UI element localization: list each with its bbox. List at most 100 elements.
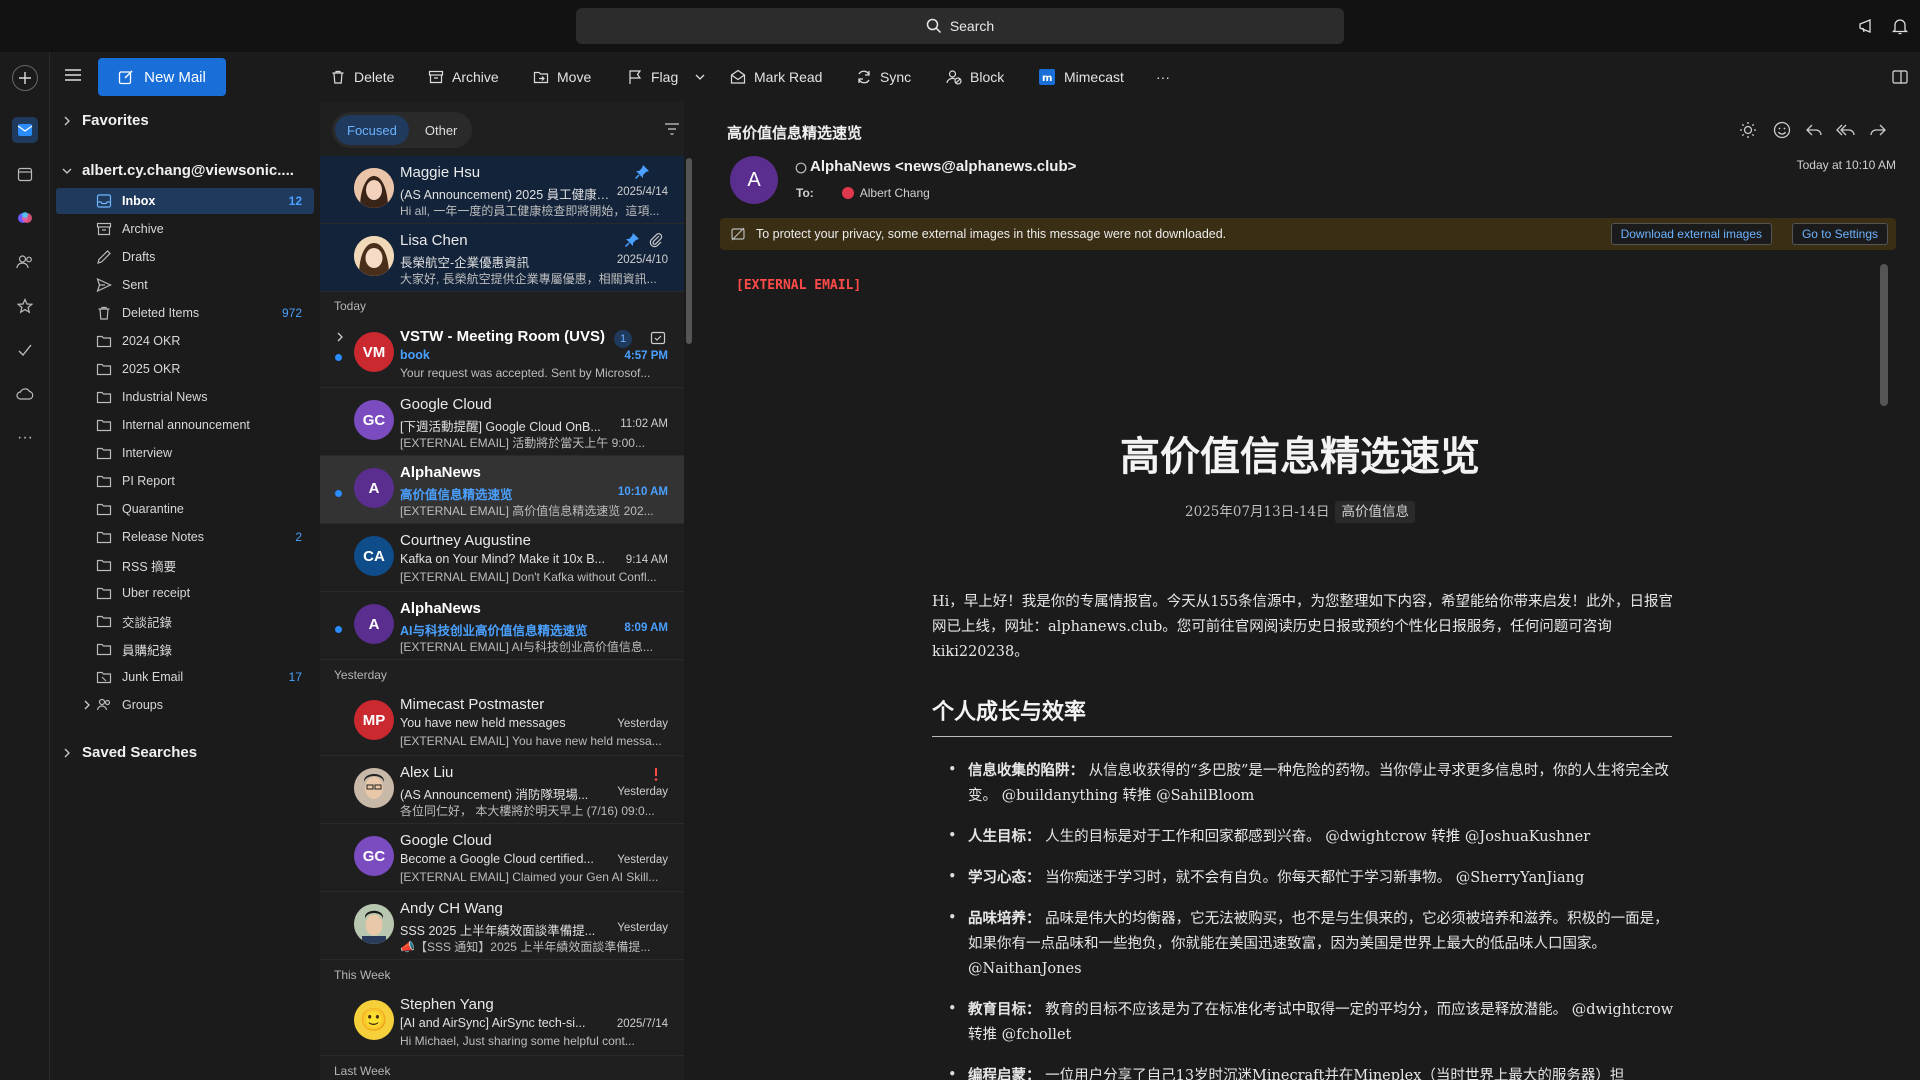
reading-pane: 高价值信息精选速览 A AlphaNews <news@alphanews.cl…	[706, 102, 1920, 1080]
envelope-open-icon	[730, 69, 746, 84]
privacy-banner: To protect your privacy, some external i…	[720, 218, 1896, 250]
block-user-icon	[946, 70, 962, 85]
tab-focused[interactable]: Focused	[335, 115, 409, 145]
folder-drafts[interactable]: Drafts	[56, 244, 314, 270]
list-item[interactable]: Lisa Chen 長榮航空-企業優惠資訊 2025/4/10 大家好, 長榮航…	[320, 224, 684, 292]
add-app-icon[interactable]	[12, 65, 38, 91]
folder-deleted-items[interactable]: Deleted Items 972	[56, 300, 314, 326]
emoji-react-icon[interactable]	[1772, 120, 1792, 140]
section-heading: 个人成长与效率	[932, 694, 1672, 737]
cloud-icon[interactable]	[12, 381, 38, 407]
folder-purchase-log[interactable]: 員購紀錄	[56, 636, 314, 662]
folder-junk-email[interactable]: Junk Email 17	[56, 664, 314, 690]
move-button[interactable]: Move	[533, 66, 591, 88]
account-section[interactable]: albert.cy.chang@viewsonic....	[62, 162, 294, 179]
email-subject: 高价值信息精选速览	[727, 125, 863, 142]
folder-groups[interactable]: Groups	[56, 692, 314, 718]
sync-button[interactable]: Sync	[856, 66, 911, 88]
list-item[interactable]: GC Google Cloud [下週活動提醒] Google Cloud On…	[320, 388, 684, 456]
reading-pane-scrollbar[interactable]	[1880, 264, 1888, 406]
app-rail: ···	[0, 52, 50, 1080]
avatar: A	[354, 604, 394, 644]
tasks-icon[interactable]	[12, 337, 38, 363]
newsletter-bullets: 信息收集的陷阱： 从信息收获得的“多巴胺”是一种危险的药物。当你停止寻求更多信息…	[946, 758, 1676, 1080]
folder-icon	[96, 587, 112, 600]
unread-dot	[335, 490, 342, 497]
folder-icon	[96, 391, 112, 404]
more-actions-button[interactable]: ···	[1156, 66, 1170, 88]
reply-icon[interactable]	[1804, 120, 1824, 140]
tab-other[interactable]: Other	[413, 115, 470, 145]
forward-icon[interactable]	[1868, 120, 1888, 140]
recipient-name[interactable]: Albert Chang	[860, 186, 930, 200]
pin-icon[interactable]	[624, 232, 640, 248]
received-date: Today at 10:10 AM	[1796, 158, 1896, 172]
sender-avatar[interactable]: A	[730, 156, 778, 204]
list-item[interactable]: MP Mimecast Postmaster You have new held…	[320, 688, 684, 756]
folder-uber-receipt[interactable]: Uber receipt	[56, 580, 314, 606]
list-item[interactable]: Maggie Hsu (AS Announcement) 2025 員工健康檢查…	[320, 156, 684, 224]
calendar-icon[interactable]	[12, 161, 38, 187]
avatar: VM	[354, 332, 394, 372]
recipients: To: Albert Chang	[796, 186, 930, 200]
layout-toggle-icon[interactable]	[1892, 66, 1908, 88]
privacy-message: To protect your privacy, some external i…	[756, 227, 1227, 241]
go-to-settings-button[interactable]: Go to Settings	[1791, 223, 1888, 245]
move-folder-icon	[533, 71, 549, 84]
mimecast-button[interactable]: m Mimecast	[1038, 66, 1124, 88]
folder-inbox[interactable]: Inbox 12	[56, 188, 314, 214]
filter-icon[interactable]	[664, 122, 680, 139]
smiley-emoji: 🙂	[360, 1007, 388, 1032]
folder-sent[interactable]: Sent	[56, 272, 314, 298]
message-list-scrollbar[interactable]	[686, 158, 692, 344]
folder-rss[interactable]: RSS 摘要	[56, 552, 314, 578]
search-box[interactable]: Search	[576, 8, 1344, 44]
flag-dropdown-chevron-icon[interactable]	[694, 66, 706, 88]
external-email-tag: [EXTERNAL EMAIL]	[736, 278, 862, 293]
unread-dot	[335, 354, 342, 361]
star-icon[interactable]	[12, 293, 38, 319]
list-item[interactable]: Alex Liu (AS Announcement) 消防隊現場... Yest…	[320, 756, 684, 824]
folder-2024-okr[interactable]: 2024 OKR	[56, 328, 314, 354]
folder-pi-report[interactable]: PI Report	[56, 468, 314, 494]
folder-2025-okr[interactable]: 2025 OKR	[56, 356, 314, 382]
megaphone-icon[interactable]	[1856, 15, 1878, 37]
folder-industrial-news[interactable]: Industrial News	[56, 384, 314, 410]
avatar: GC	[354, 400, 394, 440]
mail-icon[interactable]	[12, 117, 38, 143]
brightness-icon[interactable]	[1738, 120, 1758, 140]
list-item[interactable]: GC Google Cloud Become a Google Cloud ce…	[320, 824, 684, 892]
copilot-icon[interactable]	[12, 205, 38, 231]
list-item[interactable]: Andy CH Wang SSS 2025 上半年績效面談準備提... Yest…	[320, 892, 684, 960]
more-apps-icon[interactable]: ···	[12, 425, 38, 451]
people-icon[interactable]	[12, 249, 38, 275]
mark-read-button[interactable]: Mark Read	[730, 66, 822, 88]
folder-release-notes[interactable]: Release Notes 2	[56, 524, 314, 550]
list-item[interactable]: A AlphaNews 高价值信息精选速览 10:10 AM [EXTERNAL…	[320, 456, 684, 524]
list-item[interactable]: 🙂 Stephen Yang [AI and AirSync] AirSync …	[320, 988, 684, 1056]
list-item[interactable]: A AlphaNews AI与科技创业高价值信息精选速览 8:09 AM [EX…	[320, 592, 684, 660]
archive-button[interactable]: Archive	[428, 66, 499, 88]
hamburger-icon[interactable]	[64, 67, 82, 86]
folder-chat-log[interactable]: 交談記錄	[56, 608, 314, 634]
expand-thread-chevron-icon[interactable]	[335, 332, 345, 342]
reply-all-icon[interactable]	[1836, 120, 1856, 140]
pin-icon[interactable]	[634, 164, 650, 180]
bell-icon[interactable]	[1889, 15, 1911, 37]
new-mail-button[interactable]: New Mail	[98, 58, 226, 96]
folder-archive[interactable]: Archive	[56, 216, 314, 242]
list-item[interactable]: VM VSTW - Meeting Room (UVS) 1 book 4:57…	[320, 320, 684, 388]
folder-interview[interactable]: Interview	[56, 440, 314, 466]
flag-button[interactable]: Flag	[627, 66, 678, 88]
send-icon	[96, 277, 112, 293]
sender-address[interactable]: AlphaNews <news@alphanews.club>	[810, 158, 1076, 175]
favorites-section[interactable]: Favorites	[62, 112, 149, 129]
list-item[interactable]: CA Courtney Augustine Kafka on Your Mind…	[320, 524, 684, 592]
folder-quarantine[interactable]: Quarantine	[56, 496, 314, 522]
avatar	[354, 168, 394, 208]
block-button[interactable]: Block	[946, 66, 1004, 88]
saved-searches-section[interactable]: Saved Searches	[62, 744, 197, 761]
download-images-button[interactable]: Download external images	[1610, 223, 1772, 245]
delete-button[interactable]: Delete	[330, 66, 394, 88]
folder-internal-announcement[interactable]: Internal announcement	[56, 412, 314, 438]
